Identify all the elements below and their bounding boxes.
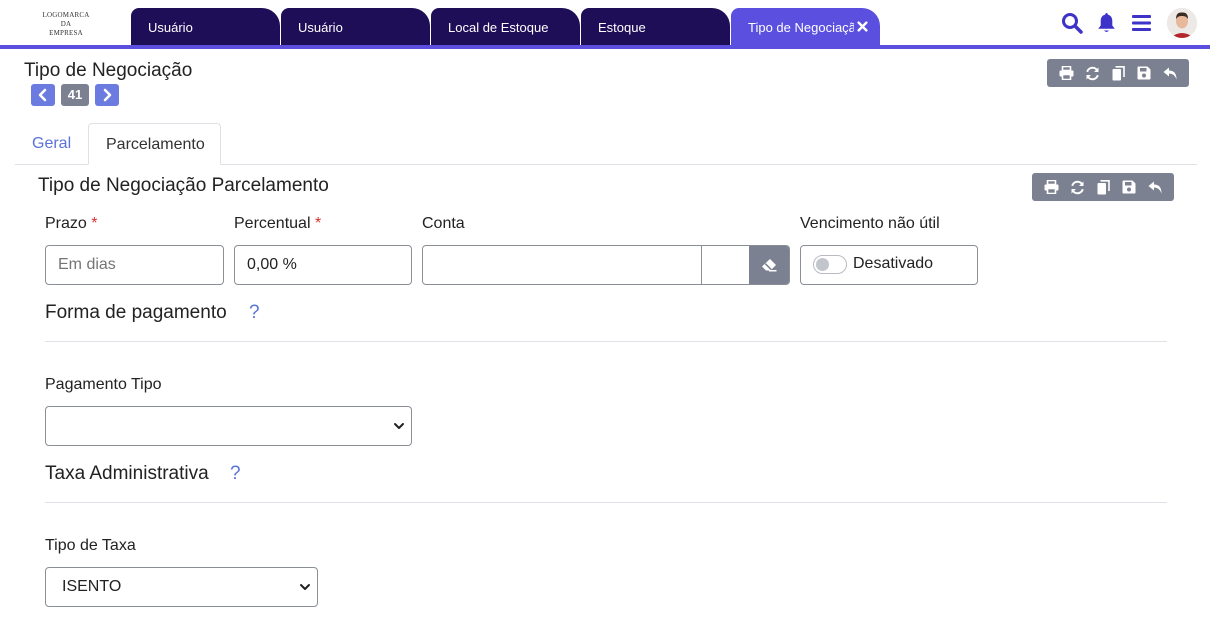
save-icon (1122, 180, 1136, 194)
logo-line-3: EMPRESA (49, 29, 83, 37)
copy-button[interactable] (1105, 59, 1131, 87)
copy-icon (1112, 65, 1125, 80)
percentual-label: Percentual * (234, 215, 321, 233)
forma-pagamento-help-icon[interactable]: ? (249, 302, 260, 324)
undo-button[interactable] (1142, 173, 1168, 201)
print-icon (1059, 66, 1073, 80)
save-button[interactable] (1116, 173, 1142, 201)
tab-label: Usuário (148, 20, 193, 35)
chevron-down-icon (300, 584, 310, 590)
refresh-icon (1070, 180, 1084, 194)
undo-button[interactable] (1157, 59, 1183, 87)
divider (45, 341, 1167, 342)
tab-parcelamento[interactable]: Parcelamento (88, 123, 221, 165)
company-logo[interactable]: LOGOMARCA DA EMPRESA (30, 11, 102, 38)
section-toolbar (1032, 173, 1174, 201)
copy-button[interactable] (1090, 173, 1116, 201)
vencimento-toggle-field: Desativado (800, 245, 978, 285)
toggle-knob (816, 258, 829, 271)
percentual-label-text: Percentual (234, 215, 311, 232)
tab-usuario-1[interactable]: Usuário (131, 8, 280, 45)
menu-icon[interactable] (1132, 12, 1151, 34)
chevron-left-icon (38, 88, 47, 102)
required-mark: * (91, 215, 98, 232)
select-value: ISENTO (62, 578, 122, 595)
refresh-button[interactable] (1064, 173, 1090, 201)
eraser-icon (762, 259, 777, 272)
logo-line-1: LOGOMARCA (42, 11, 90, 19)
save-button[interactable] (1131, 59, 1157, 87)
forma-pagamento-title: Forma de pagamento (45, 302, 227, 323)
divider (45, 502, 1167, 503)
refresh-button[interactable] (1079, 59, 1105, 87)
taxa-administrativa-title: Taxa Administrativa (45, 463, 209, 484)
record-number-badge: 41 (61, 84, 89, 106)
tab-label: Estoque (598, 20, 646, 35)
conta-field (422, 245, 790, 285)
tab-label: Tipo de Negociação (748, 20, 854, 35)
tab-label: Usuário (298, 20, 343, 35)
logo-line-2: DA (60, 20, 72, 28)
prazo-label-text: Prazo (45, 215, 87, 232)
section-title: Tipo de Negociação Parcelamento (38, 175, 329, 196)
prazo-label: Prazo * (45, 215, 97, 233)
next-record-button[interactable] (95, 84, 119, 106)
conta-input[interactable] (423, 246, 701, 284)
search-icon[interactable] (1061, 12, 1083, 34)
tipo-taxa-label: Tipo de Taxa (45, 537, 136, 554)
chevron-right-icon (103, 88, 112, 102)
tab-tipo-de-negociacao[interactable]: Tipo de Negociação (731, 8, 880, 45)
chevron-down-icon (394, 423, 404, 429)
print-button[interactable] (1038, 173, 1064, 201)
copy-icon (1097, 179, 1110, 194)
vencimento-toggle[interactable] (813, 255, 847, 274)
tab-usuario-2[interactable]: Usuário (281, 8, 430, 45)
conta-divider (701, 246, 702, 284)
refresh-icon (1085, 66, 1099, 80)
pagamento-tipo-select[interactable] (45, 406, 412, 446)
tab-label: Local de Estoque (448, 20, 549, 35)
conta-label: Conta (422, 215, 465, 232)
save-icon (1137, 66, 1151, 80)
taxa-administrativa-help-icon[interactable]: ? (230, 463, 241, 485)
undo-icon (1163, 67, 1176, 79)
print-button[interactable] (1053, 59, 1079, 87)
tab-geral[interactable]: Geral (15, 123, 88, 165)
required-mark: * (314, 215, 322, 232)
bell-icon[interactable] (1097, 12, 1116, 34)
topbar-accent-line (0, 45, 1210, 49)
tab-estoque[interactable]: Estoque (581, 8, 730, 45)
pagamento-tipo-label: Pagamento Tipo (45, 376, 162, 393)
page-toolbar (1047, 59, 1189, 87)
tipo-taxa-select[interactable]: ISENTO (45, 567, 318, 607)
tab-local-de-estoque[interactable]: Local de Estoque (431, 8, 580, 45)
percentual-input[interactable] (234, 245, 412, 285)
undo-icon (1148, 181, 1161, 193)
page-title: Tipo de Negociação (24, 60, 193, 81)
user-avatar-icon (1167, 8, 1197, 38)
avatar[interactable] (1167, 8, 1197, 38)
clear-conta-button[interactable] (749, 246, 789, 284)
top-navbar: LOGOMARCA DA EMPRESA Usuário Usuário Loc… (0, 0, 1210, 45)
previous-record-button[interactable] (31, 84, 55, 106)
toggle-status-label: Desativado (853, 255, 934, 272)
prazo-input[interactable] (45, 245, 224, 285)
vencimento-label: Vencimento não útil (800, 215, 940, 232)
close-icon[interactable] (857, 21, 868, 32)
print-icon (1044, 180, 1058, 194)
